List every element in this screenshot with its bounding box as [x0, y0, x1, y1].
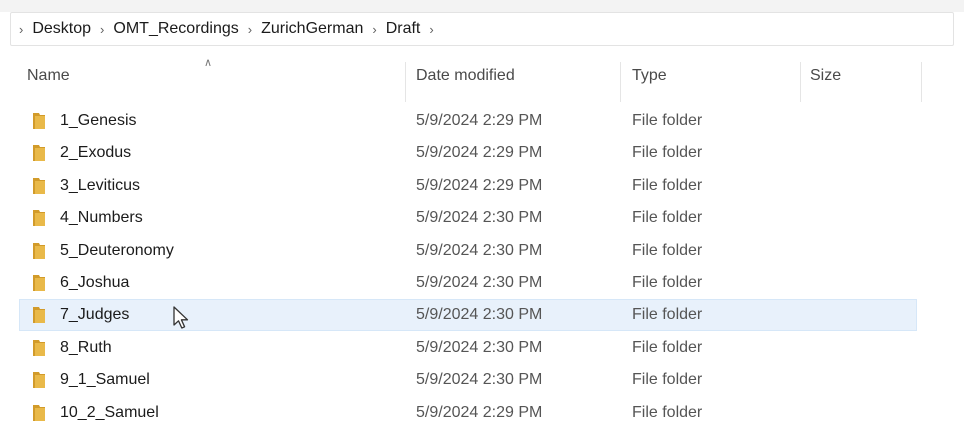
file-name: 9_1_Samuel	[60, 371, 150, 388]
file-type: File folder	[632, 177, 703, 194]
mouse-pointer-icon	[173, 306, 189, 329]
file-type: File folder	[632, 144, 703, 161]
folder-icon	[33, 145, 45, 161]
column-header-name[interactable]: Name	[27, 52, 70, 100]
chevron-right-icon[interactable]: ›	[91, 23, 113, 36]
folder-icon	[33, 113, 45, 129]
file-date-modified: 5/9/2024 2:29 PM	[416, 144, 543, 161]
file-row[interactable]: 3_Leviticus 5/9/2024 2:29 PM File folder	[20, 171, 916, 201]
file-row[interactable]: 6_Joshua 5/9/2024 2:30 PM File folder	[20, 268, 916, 298]
file-type: File folder	[632, 112, 703, 129]
toolbar-edge	[0, 0, 964, 12]
chevron-right-icon[interactable]: ›	[363, 23, 385, 36]
folder-icon	[33, 340, 45, 356]
column-divider[interactable]	[921, 62, 922, 102]
chevron-right-icon[interactable]: ›	[17, 23, 32, 36]
folder-icon	[33, 372, 45, 388]
file-name: 1_Genesis	[60, 112, 137, 129]
file-type: File folder	[632, 371, 703, 388]
file-row[interactable]: 1_Genesis 5/9/2024 2:29 PM File folder	[20, 106, 916, 136]
file-date-modified: 5/9/2024 2:30 PM	[416, 209, 543, 226]
file-type: File folder	[632, 404, 703, 421]
folder-icon	[33, 405, 45, 421]
file-date-modified: 5/9/2024 2:30 PM	[416, 306, 543, 323]
file-row[interactable]: 10_2_Samuel 5/9/2024 2:29 PM File folder	[20, 398, 916, 424]
file-type: File folder	[632, 209, 703, 226]
column-divider[interactable]	[405, 62, 406, 102]
file-name: 5_Deuteronomy	[60, 242, 174, 259]
column-header-date-modified[interactable]: Date modified	[416, 52, 515, 100]
sort-up-icon: ∧	[204, 57, 213, 69]
file-name: 4_Numbers	[60, 209, 143, 226]
column-header-type[interactable]: Type	[632, 52, 667, 100]
file-name: 6_Joshua	[60, 274, 130, 291]
file-type: File folder	[632, 242, 703, 259]
file-name: 3_Leviticus	[60, 177, 141, 194]
file-explorer-window: › Desktop › OMT_Recordings › ZurichGerma…	[0, 0, 964, 424]
file-name: 8_Ruth	[60, 339, 112, 356]
column-divider[interactable]	[620, 62, 621, 102]
file-date-modified: 5/9/2024 2:29 PM	[416, 112, 543, 129]
file-date-modified: 5/9/2024 2:30 PM	[416, 339, 543, 356]
file-row[interactable]: 7_Judges 5/9/2024 2:30 PM File folder	[19, 299, 917, 331]
breadcrumb[interactable]: › Desktop › OMT_Recordings › ZurichGerma…	[10, 12, 954, 46]
folder-icon	[33, 210, 45, 226]
file-type: File folder	[632, 274, 703, 291]
column-divider[interactable]	[800, 62, 801, 102]
file-date-modified: 5/9/2024 2:30 PM	[416, 371, 543, 388]
file-name: 10_2_Samuel	[60, 404, 159, 421]
file-name: 7_Judges	[60, 306, 130, 323]
folder-icon	[33, 243, 45, 259]
breadcrumb-item-zurichgerman[interactable]: ZurichGerman	[261, 20, 363, 38]
breadcrumb-item-omt-recordings[interactable]: OMT_Recordings	[113, 20, 238, 38]
file-row[interactable]: 5_Deuteronomy 5/9/2024 2:30 PM File folder	[20, 236, 916, 266]
file-date-modified: 5/9/2024 2:29 PM	[416, 177, 543, 194]
column-header-size[interactable]: Size	[810, 52, 841, 100]
file-date-modified: 5/9/2024 2:30 PM	[416, 274, 543, 291]
file-row[interactable]: 2_Exodus 5/9/2024 2:29 PM File folder	[20, 138, 916, 168]
file-row[interactable]: 9_1_Samuel 5/9/2024 2:30 PM File folder	[20, 365, 916, 395]
file-name: 2_Exodus	[60, 144, 132, 161]
file-date-modified: 5/9/2024 2:29 PM	[416, 404, 543, 421]
folder-icon	[33, 178, 45, 194]
breadcrumb-item-draft[interactable]: Draft	[386, 20, 421, 38]
file-date-modified: 5/9/2024 2:30 PM	[416, 242, 543, 259]
folder-icon	[33, 275, 45, 291]
breadcrumb-item-desktop[interactable]: Desktop	[32, 20, 91, 38]
chevron-right-icon[interactable]: ›	[420, 23, 442, 36]
file-type: File folder	[632, 339, 703, 356]
file-type: File folder	[632, 306, 703, 323]
chevron-right-icon[interactable]: ›	[239, 23, 261, 36]
file-row[interactable]: 8_Ruth 5/9/2024 2:30 PM File folder	[20, 333, 916, 363]
column-header-row: ∧ Name Date modified Type Size	[0, 52, 964, 102]
folder-icon	[33, 307, 45, 323]
file-row[interactable]: 4_Numbers 5/9/2024 2:30 PM File folder	[20, 203, 916, 233]
